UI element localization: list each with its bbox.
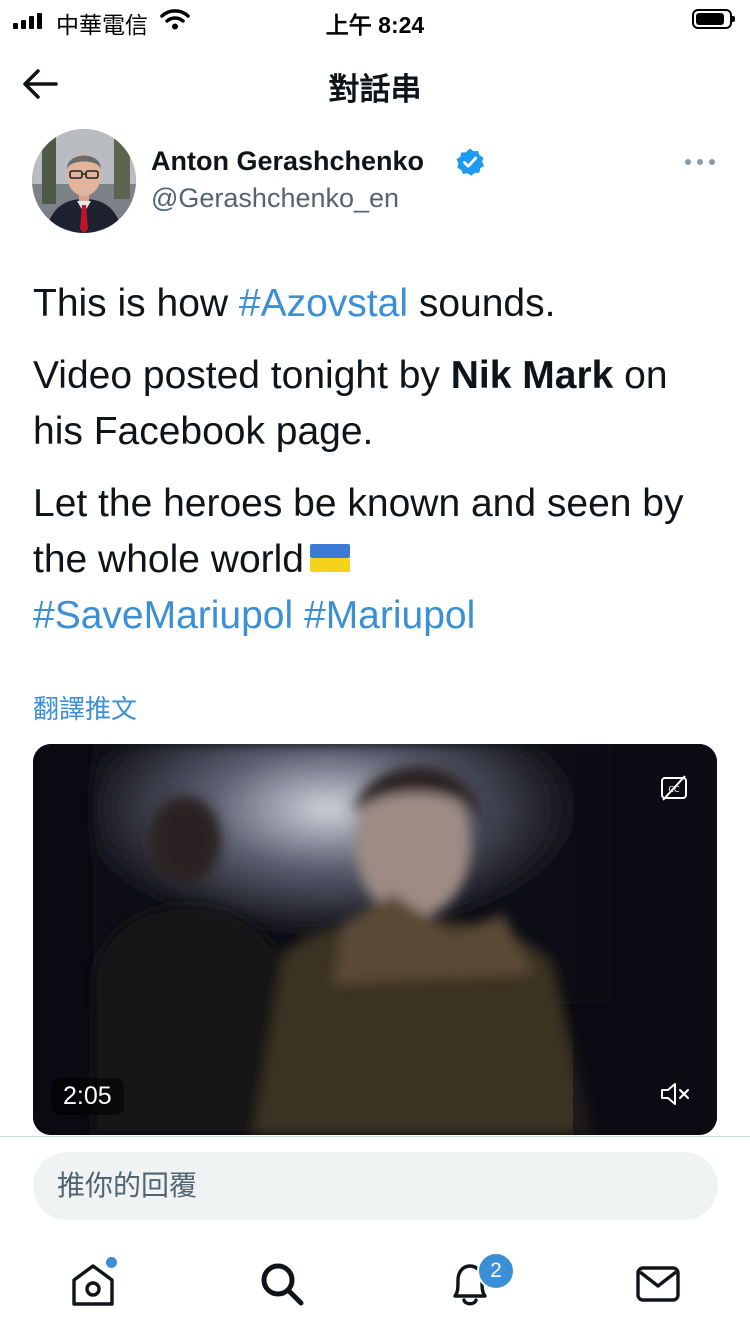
home-unread-dot bbox=[104, 1255, 119, 1270]
hashtag-azovstal[interactable]: #Azovstal bbox=[239, 282, 408, 325]
tweet-text: This is how #Azovstal sounds. Video post… bbox=[33, 276, 723, 644]
reply-input[interactable]: 推你的回覆 bbox=[33, 1152, 718, 1220]
search-icon[interactable] bbox=[256, 1258, 308, 1310]
video-player[interactable]: CC 2:05 bbox=[33, 744, 717, 1135]
text-segment: Let the heroes be known and seen by the … bbox=[33, 482, 684, 581]
hashtag-mariupol[interactable]: #Mariupol bbox=[304, 594, 475, 637]
messages-icon[interactable] bbox=[632, 1258, 684, 1310]
closed-captions-icon[interactable]: CC bbox=[659, 774, 689, 802]
divider bbox=[0, 1136, 750, 1137]
ukraine-flag-icon bbox=[309, 543, 350, 572]
page-title: 對話串 bbox=[328, 72, 422, 107]
hashtag-savemariupol[interactable]: #SaveMariupol bbox=[33, 594, 293, 637]
notification-count-badge: 2 bbox=[477, 1252, 515, 1290]
mute-icon[interactable] bbox=[659, 1080, 691, 1108]
text-segment: This is how bbox=[33, 282, 239, 325]
back-arrow-icon[interactable] bbox=[18, 62, 62, 106]
tweet-paragraph-2: Video posted tonight by Nik Mark on his … bbox=[33, 348, 723, 460]
author-name[interactable]: Anton Gerashchenko bbox=[151, 146, 424, 177]
status-time: 上午 8:24 bbox=[325, 12, 425, 38]
avatar[interactable] bbox=[32, 129, 136, 233]
video-thumbnail bbox=[33, 744, 717, 1135]
video-duration: 2:05 bbox=[51, 1078, 124, 1115]
battery-icon bbox=[692, 9, 735, 29]
verified-badge-icon bbox=[456, 148, 484, 176]
bold-name: Nik Mark bbox=[450, 354, 614, 397]
tweet-paragraph-3: Let the heroes be known and seen by the … bbox=[33, 476, 723, 644]
more-options-icon[interactable] bbox=[682, 150, 718, 174]
translate-tweet-link[interactable]: 翻譯推文 bbox=[33, 689, 137, 726]
text-segment: sounds. bbox=[408, 282, 556, 325]
tweet-paragraph-1: This is how #Azovstal sounds. bbox=[33, 276, 723, 332]
status-bar: 中華電信 上午 8:24 bbox=[0, 0, 750, 40]
text-segment: Video posted tonight by bbox=[33, 354, 451, 397]
author-handle[interactable]: @Gerashchenko_en bbox=[151, 183, 399, 214]
